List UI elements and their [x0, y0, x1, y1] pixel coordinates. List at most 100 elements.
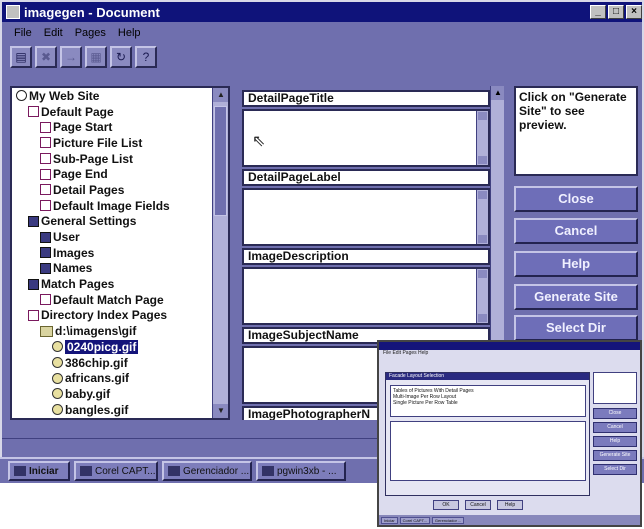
- menu-help[interactable]: Help: [118, 27, 141, 39]
- taskbar-item-label: pgwin3xb - ...: [277, 465, 337, 477]
- tree-item[interactable]: Default Match Page: [12, 292, 214, 308]
- menu-file[interactable]: File: [14, 27, 32, 39]
- field-scrollbar[interactable]: [476, 190, 488, 244]
- inset-side-buttons: Close Cancel Help Generate Site Select D…: [593, 408, 637, 478]
- windows-logo-icon: [14, 466, 26, 476]
- maximize-button[interactable]: □: [608, 5, 624, 19]
- generate-site-button[interactable]: Generate Site: [514, 284, 638, 310]
- inset-list-item[interactable]: Single Picture Per Row Table: [393, 400, 583, 406]
- title-bar[interactable]: imagegen - Document _ □ ×: [2, 2, 642, 22]
- inset-ok-button[interactable]: OK: [433, 500, 459, 510]
- toolbar-button-move[interactable]: →: [60, 46, 82, 68]
- tree-item[interactable]: Match Pages: [12, 276, 214, 292]
- tree-item[interactable]: Picture File List: [12, 135, 214, 151]
- tree-item[interactable]: Detail Pages: [12, 182, 214, 198]
- tree-item[interactable]: baby.gif: [12, 386, 214, 402]
- field-group: ImageDescription: [242, 248, 490, 325]
- tree-item-label: General Settings: [41, 214, 137, 229]
- scroll-thumb[interactable]: [214, 106, 227, 216]
- close-button[interactable]: Close: [514, 186, 638, 212]
- page-icon: [40, 137, 51, 149]
- tree-item-label: Picture File List: [53, 135, 143, 150]
- field-textarea[interactable]: [242, 188, 490, 246]
- close-window-button[interactable]: ×: [626, 5, 642, 19]
- page-icon: [40, 184, 51, 196]
- inset-task-item[interactable]: Corel CAPT...: [399, 516, 430, 524]
- tree-item-label: Default Match Page: [53, 292, 164, 307]
- taskbar-item-pgwin[interactable]: pgwin3xb - ...: [256, 461, 346, 481]
- tree-item[interactable]: 386chip.gif: [12, 355, 214, 371]
- tree-item[interactable]: User: [12, 229, 214, 245]
- page-icon: [28, 309, 39, 321]
- menu-pages[interactable]: Pages: [75, 27, 106, 39]
- select-dir-button[interactable]: Select Dir: [514, 315, 638, 341]
- field-textarea[interactable]: ⇖: [242, 109, 490, 167]
- field-group: DetailPageTitle ⇖: [242, 90, 490, 167]
- scroll-up-arrow-icon[interactable]: ▲: [213, 88, 228, 102]
- inset-help-button[interactable]: Help: [593, 436, 637, 447]
- minimize-button[interactable]: _: [590, 5, 606, 19]
- inset-dialog-buttons: OK Cancel Help: [433, 500, 523, 510]
- tree-item[interactable]: Directory Index Pages: [12, 308, 214, 324]
- site-tree: My Web Site Default Page Page Start Picture…: [10, 86, 230, 420]
- settings-icon: [28, 215, 39, 227]
- tree-item-label: Page Start: [53, 120, 113, 135]
- tree-item[interactable]: d:\imagens\gif: [12, 323, 214, 339]
- field-scrollbar[interactable]: [476, 269, 488, 323]
- tree-item[interactable]: Page Start: [12, 119, 214, 135]
- inset-menu: File Edit Pages Help: [383, 350, 429, 356]
- inset-cancel-dialog-button[interactable]: Cancel: [465, 500, 491, 510]
- inset-layout-list[interactable]: Tables of Pictures With Detail Pages Mul…: [390, 385, 586, 417]
- taskbar-item-corel[interactable]: Corel CAPT...: [74, 461, 158, 481]
- fields-scroll-up-icon[interactable]: ▲: [491, 86, 504, 100]
- image-icon: [52, 404, 63, 416]
- toolbar-button-delete[interactable]: ✖: [35, 46, 57, 68]
- tree-item[interactable]: bangles.gif: [12, 402, 214, 418]
- tree-item[interactable]: Sub-Page List: [12, 151, 214, 167]
- tree-item[interactable]: My Web Site: [12, 88, 214, 104]
- tree-item-label: Default Page: [41, 104, 114, 119]
- menu-bar: File Edit Pages Help: [2, 24, 642, 42]
- tree-item-label: Names: [53, 261, 93, 276]
- tree-item[interactable]: Names: [12, 261, 214, 277]
- help-icon: ?: [142, 50, 150, 64]
- inset-generate-button[interactable]: Generate Site: [593, 450, 637, 461]
- inset-dialog-title: Facade Layout Selection: [386, 373, 589, 380]
- toolbar-button-help[interactable]: ?: [135, 46, 157, 68]
- corel-icon: [80, 466, 92, 476]
- menu-edit[interactable]: Edit: [44, 27, 63, 39]
- inset-preview: [593, 372, 637, 404]
- field-scrollbar[interactable]: [476, 111, 488, 165]
- tree-item-label: africans.gif: [65, 371, 130, 386]
- image-icon: [52, 388, 63, 400]
- inset-help-dialog-button[interactable]: Help: [497, 500, 523, 510]
- tree-item-label: 0240picg.gif: [65, 339, 139, 354]
- tree-item[interactable]: Page End: [12, 166, 214, 182]
- inset-close-button[interactable]: Close: [593, 408, 637, 419]
- tree-item[interactable]: Images: [12, 245, 214, 261]
- toolbar-button-new-page[interactable]: ▤: [10, 46, 32, 68]
- tree-item[interactable]: africans.gif: [12, 370, 214, 386]
- tree-item-label: Directory Index Pages: [41, 308, 168, 323]
- page-icon: [40, 153, 51, 165]
- tree-item[interactable]: General Settings: [12, 214, 214, 230]
- start-button[interactable]: Iniciar: [8, 461, 70, 481]
- tree-scrollbar[interactable]: ▲ ▼: [212, 88, 228, 418]
- inset-cancel-button[interactable]: Cancel: [593, 422, 637, 433]
- inset-task-start[interactable]: Iniciar: [381, 516, 398, 524]
- tree-item[interactable]: Default Image Fields: [12, 198, 214, 214]
- toolbar-button-properties[interactable]: ▦: [85, 46, 107, 68]
- tree-item-label: Page End: [53, 167, 108, 182]
- inset-select-dir-button[interactable]: Select Dir: [593, 464, 637, 475]
- tree-item[interactable]: Default Page: [12, 104, 214, 120]
- image-icon: [52, 341, 63, 353]
- tree-item[interactable]: 0240picg.gif: [12, 339, 214, 355]
- cancel-button[interactable]: Cancel: [514, 218, 638, 244]
- taskbar-item-gerenciador[interactable]: Gerenciador ...: [162, 461, 252, 481]
- scroll-down-arrow-icon[interactable]: ▼: [213, 404, 228, 418]
- help-button[interactable]: Help: [514, 251, 638, 277]
- toolbar-button-refresh[interactable]: ↻: [110, 46, 132, 68]
- field-textarea[interactable]: [242, 267, 490, 325]
- inset-task-item[interactable]: Gerenciador ...: [431, 516, 465, 524]
- tree-item-label: Images: [53, 245, 95, 260]
